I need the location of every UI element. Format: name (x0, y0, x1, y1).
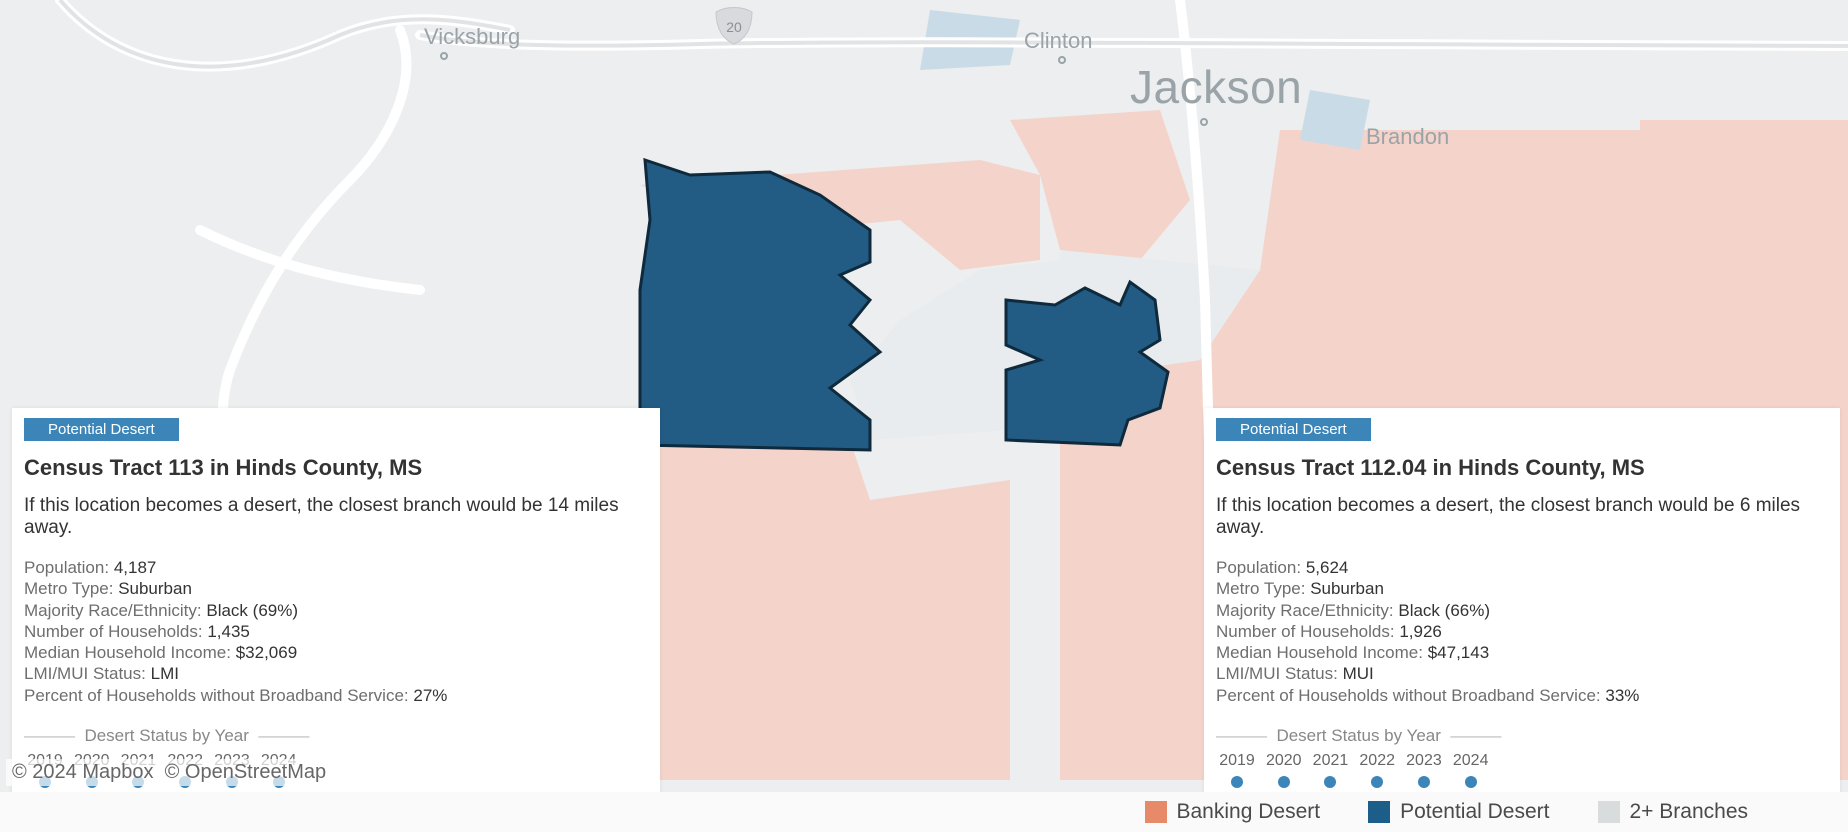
stat-income: Median Household Income: $32,069 (24, 642, 648, 663)
stat-lmi: LMI/MUI Status: LMI (24, 663, 648, 684)
legend-label: 2+ Branches (1630, 800, 1749, 824)
card-title: Census Tract 113 in Hinds County, MS (24, 455, 648, 481)
years-row: 2019 2020 2021 2022 2023 2024 (1216, 752, 1828, 788)
legend-label: Potential Desert (1400, 800, 1549, 824)
card-title: Census Tract 112.04 in Hinds County, MS (1216, 455, 1828, 481)
region-small-blue (1300, 90, 1370, 150)
stat-households: Number of Households: 1,926 (1216, 621, 1828, 642)
region-banking-desert (640, 440, 1010, 780)
stat-race: Majority Race/Ethnicity: Black (69%) (24, 600, 648, 621)
status-dot-icon (1371, 776, 1383, 788)
svg-text:20: 20 (726, 19, 742, 35)
legend-swatch-icon (1145, 801, 1167, 823)
status-badge: Potential Desert (24, 418, 179, 441)
info-card-tract-113: Potential Desert Census Tract 113 in Hin… (12, 408, 660, 792)
year-col: 2019 (1216, 752, 1258, 788)
card-desc: If this location becomes a desert, the c… (1216, 495, 1828, 539)
status-dot-icon (1465, 776, 1477, 788)
map-attribution: © 2024 Mapbox © OpenStreetMap (6, 759, 332, 786)
stat-lmi: LMI/MUI Status: MUI (1216, 663, 1828, 684)
status-dot-icon (1231, 776, 1243, 788)
stat-race: Majority Race/Ethnicity: Black (66%) (1216, 600, 1828, 621)
legend-label: Banking Desert (1177, 800, 1321, 824)
status-badge: Potential Desert (1216, 418, 1371, 441)
stat-metro: Metro Type: Suburban (24, 578, 648, 599)
year-col: 2023 (1403, 752, 1445, 788)
stat-broadband: Percent of Households without Broadband … (1216, 685, 1828, 706)
legend-bar: Banking Desert Potential Desert 2+ Branc… (0, 792, 1848, 832)
info-card-tract-11204: Potential Desert Census Tract 112.04 in … (1204, 408, 1840, 792)
stat-metro: Metro Type: Suburban (1216, 578, 1828, 599)
legend-item-two-plus-branches[interactable]: 2+ Branches (1598, 800, 1749, 824)
stat-population: Population: 4,187 (24, 557, 648, 578)
status-dot-icon (1418, 776, 1430, 788)
legend-item-potential-desert[interactable]: Potential Desert (1368, 800, 1549, 824)
stat-households: Number of Households: 1,435 (24, 621, 648, 642)
stat-population: Population: 5,624 (1216, 557, 1828, 578)
card-desc: If this location becomes a desert, the c… (24, 495, 648, 539)
year-col: 2022 (1356, 752, 1398, 788)
status-dot-icon (1324, 776, 1336, 788)
year-col: 2021 (1309, 752, 1351, 788)
year-col: 2020 (1263, 752, 1305, 788)
stat-broadband: Percent of Households without Broadband … (24, 685, 648, 706)
years-header: ——— Desert Status by Year ——— (1216, 726, 1828, 746)
year-col: 2024 (1450, 752, 1492, 788)
years-header: ——— Desert Status by Year ——— (24, 726, 648, 746)
stat-income: Median Household Income: $47,143 (1216, 642, 1828, 663)
map-canvas[interactable]: 20 Jackson Vicksburg Clinton Brandon Pot… (0, 0, 1848, 792)
status-dot-icon (1278, 776, 1290, 788)
legend-item-banking-desert[interactable]: Banking Desert (1145, 800, 1321, 824)
legend-swatch-icon (1368, 801, 1390, 823)
legend-swatch-icon (1598, 801, 1620, 823)
